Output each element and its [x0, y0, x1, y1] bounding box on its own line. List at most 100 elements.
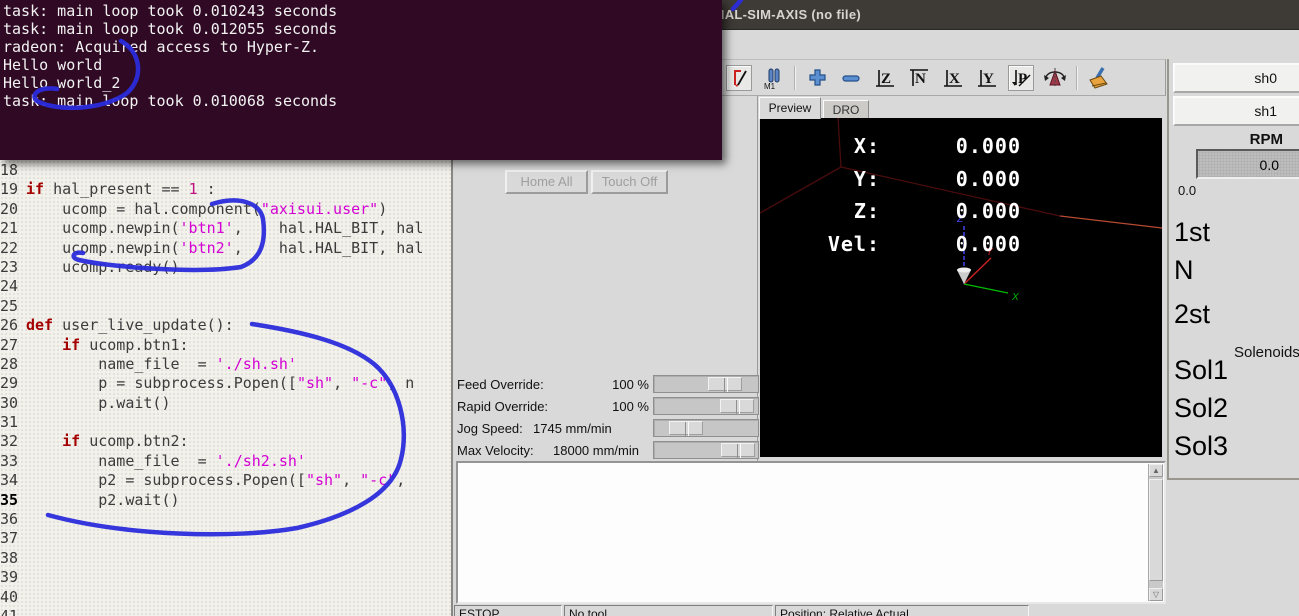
override-row: Rapid Override: 100 % [455, 396, 759, 418]
zoom-in-icon[interactable] [804, 65, 830, 91]
code-text: p2 = subprocess.Popen(["sh", "-c", [26, 471, 406, 490]
override-value: 1745 mm/min [533, 421, 612, 436]
dro-row: Vel: 0.000 [760, 232, 1162, 265]
line-number: 22 [0, 238, 19, 257]
code-line: 29 p = subprocess.Popen(["sh", "-c", n [0, 374, 451, 393]
code-line: 26 def user_live_update(): [0, 316, 451, 335]
solenoid-label: Sol2 [1174, 393, 1229, 423]
rotate-view-icon[interactable] [1042, 65, 1068, 91]
code-line: 18 [0, 161, 451, 180]
code-line: 37 [0, 529, 451, 548]
code-line: 22 ucomp.newpin('btn2', hal.HAL_BIT, hal [0, 239, 451, 258]
dro-axis-value: 0.000 [955, 231, 1021, 256]
override-row: Jog Speed: 1745 mm/min [455, 418, 759, 440]
zoom-out-icon[interactable] [838, 65, 864, 91]
code-line: 41 [0, 607, 451, 616]
code-line: 24 [0, 277, 451, 296]
optional-stop-m1-icon[interactable]: M1 [760, 65, 786, 91]
code-line: 40 [0, 588, 451, 607]
view-x-icon[interactable]: X [940, 65, 966, 91]
run-from-line-icon[interactable] [726, 64, 752, 91]
code-line: 31 [0, 413, 451, 432]
dro-axis-label: Y: [853, 166, 880, 191]
code-line: 38 [0, 549, 451, 568]
override-row: Max Velocity: 18000 mm/min [455, 440, 759, 462]
override-slider[interactable] [653, 397, 759, 415]
override-slider[interactable] [653, 441, 759, 459]
override-value: 100 % [612, 377, 649, 392]
line-number: 23 [0, 257, 19, 276]
terminal-window: task: main loop took 0.010243 seconds tas… [0, 0, 722, 160]
line-number: 41 [0, 606, 19, 616]
editor-lines: 18 19 if hal_present == 1 :20 ucomp = hal.… [0, 161, 451, 616]
line-number: 38 [0, 548, 19, 567]
slider-thumb[interactable] [720, 443, 755, 458]
override-label: Feed Override: [457, 377, 544, 392]
code-text: def user_live_update(): [26, 316, 234, 335]
slider-thumb[interactable] [719, 399, 754, 414]
line-number: 36 [0, 510, 19, 529]
gcode-listing[interactable]: ▲ ▽ [456, 461, 1166, 604]
line-number: 31 [0, 413, 19, 432]
tab-preview[interactable]: Preview [759, 97, 821, 119]
override-value: 18000 mm/min [553, 443, 639, 458]
svg-text:M1: M1 [764, 82, 776, 90]
rpm-label: RPM [1249, 131, 1283, 148]
slider-thumb[interactable] [668, 421, 703, 436]
sh0-button[interactable]: sh0 [1173, 63, 1299, 93]
preview-canvas[interactable]: ZYX X: 0.000 Y: 0.000 Z: 0.000 Vel: 0.000 [760, 118, 1162, 457]
view-z-back-icon[interactable]: N [906, 65, 932, 91]
terminal-line: task: main loop took 0.010243 seconds [3, 2, 338, 20]
tab-dro[interactable]: DRO [823, 100, 869, 119]
solenoid-label: Sol3 [1174, 431, 1229, 461]
override-slider[interactable] [653, 419, 759, 437]
terminal-line: Hello world [3, 56, 103, 74]
line-number: 40 [0, 587, 19, 606]
view-perspective-icon[interactable]: P [1008, 64, 1034, 91]
dro-readout: X: 0.000 Y: 0.000 Z: 0.000 Vel: 0.000 [760, 134, 1162, 264]
rpm-scale-min-label: 0.0 [1178, 183, 1197, 198]
line-number: 27 [0, 335, 19, 354]
line-number: 35 [0, 490, 19, 509]
override-slider[interactable] [653, 375, 759, 393]
terminal-output: task: main loop took 0.010243 seconds tas… [3, 2, 722, 110]
dro-row: X: 0.000 [760, 134, 1162, 167]
code-line: 28 name_file = './sh.sh' [0, 355, 451, 374]
override-value: 100 % [612, 399, 649, 414]
code-line: 32 if ucomp.btn2: [0, 432, 451, 451]
scroll-up-icon[interactable]: ▲ [1149, 464, 1163, 477]
code-editor[interactable]: 18 19 if hal_present == 1 :20 ucomp = hal.… [0, 160, 451, 616]
view-z-icon[interactable]: Z [872, 65, 898, 91]
code-text: p.wait() [26, 393, 171, 412]
view-y-icon[interactable]: Y [974, 65, 1000, 91]
home-all-button[interactable]: Home All [505, 170, 588, 194]
line-number: 24 [0, 277, 19, 296]
override-label: Jog Speed: [457, 421, 523, 436]
override-label: Max Velocity: [457, 443, 534, 458]
svg-text:X: X [949, 71, 960, 87]
slider-thumb[interactable] [708, 377, 743, 392]
code-text: if ucomp.btn1: [62, 335, 189, 354]
line-number: 33 [0, 451, 19, 470]
line-number: 39 [0, 568, 19, 587]
clear-plot-icon[interactable] [1086, 65, 1112, 91]
gcode-scrollbar[interactable]: ▲ ▽ [1148, 464, 1163, 601]
gear-label: 1st [1174, 217, 1211, 247]
gear-label: 2st [1174, 299, 1211, 329]
line-number: 28 [0, 354, 19, 373]
screen: HAL-SIM-AXIS (no file) M1 Z N X Y P Preview D… [0, 0, 1299, 616]
sh1-button[interactable]: sh1 [1173, 96, 1299, 126]
code-text: if hal_present == 1 : [26, 180, 216, 199]
solenoid-label: Sol1 [1174, 355, 1229, 385]
scroll-down-icon[interactable]: ▽ [1149, 588, 1163, 601]
code-line: 30 p.wait() [0, 394, 451, 413]
scrollbar-thumb[interactable] [1149, 479, 1163, 581]
code-text: ucomp.newpin('btn2', hal.HAL_BIT, hal [26, 238, 424, 257]
status-field: No tool [564, 605, 773, 616]
code-text: name_file = './sh.sh' [26, 354, 297, 373]
touch-off-button[interactable]: Touch Off [591, 170, 668, 194]
code-text: p2.wait() [26, 490, 180, 509]
dro-row: Z: 0.000 [760, 199, 1162, 232]
override-label: Rapid Override: [457, 399, 549, 414]
code-line: 25 [0, 297, 451, 316]
